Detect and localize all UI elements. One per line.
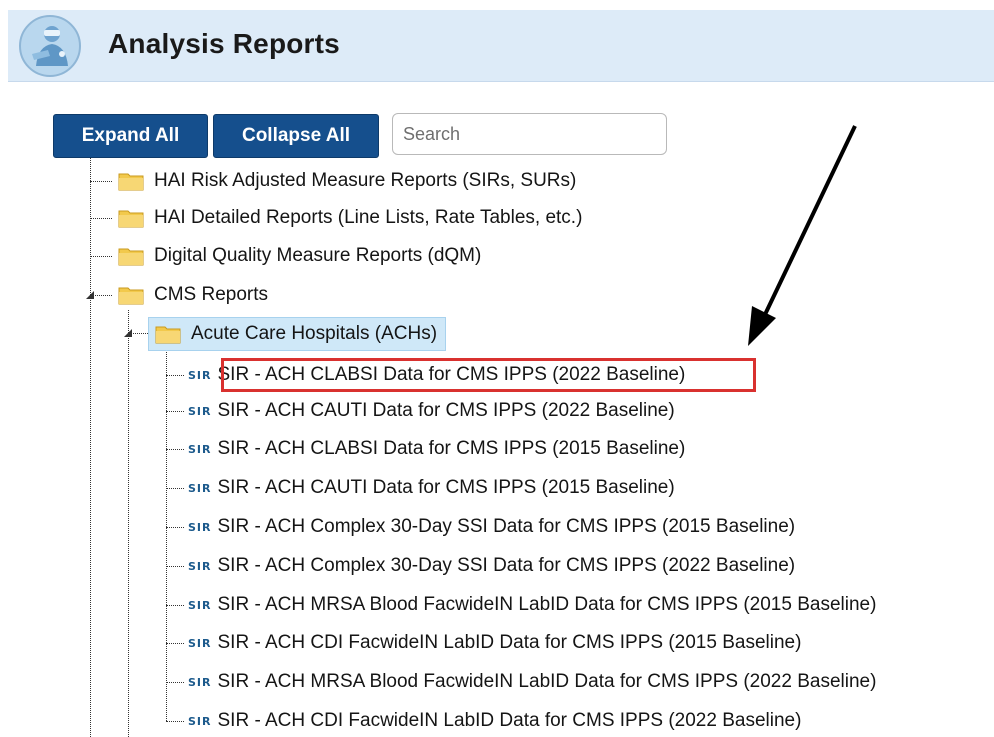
sir-report-icon: SIR <box>188 714 212 728</box>
tree-folder-label: HAI Risk Adjusted Measure Reports (SIRs,… <box>154 170 577 191</box>
report-label: SIR - ACH Complex 30-Day SSI Data for CM… <box>217 555 796 576</box>
sir-report-icon: SIR <box>188 559 212 573</box>
report-item[interactable]: SIR SIR - ACH MRSA Blood FacwideIN LabID… <box>188 667 876 697</box>
report-label: SIR - ACH CLABSI Data for CMS IPPS (2022… <box>217 364 686 385</box>
annotation-arrow-icon <box>748 125 857 346</box>
report-label: SIR - ACH CAUTI Data for CMS IPPS (2022 … <box>217 400 675 421</box>
expanded-triangle-icon[interactable] <box>123 328 133 338</box>
report-item[interactable]: SIR SIR - ACH CAUTI Data for CMS IPPS (2… <box>188 473 675 503</box>
tree-line <box>166 682 184 683</box>
tree-line <box>166 375 184 376</box>
report-label: SIR - ACH CDI FacwideIN LabID Data for C… <box>217 710 802 731</box>
tree-line-root <box>90 158 91 737</box>
report-item[interactable]: SIR SIR - ACH Complex 30-Day SSI Data fo… <box>188 551 795 581</box>
sir-report-icon: SIR <box>188 636 212 650</box>
expand-all-button[interactable]: Expand All <box>53 114 208 158</box>
folder-icon <box>118 248 144 266</box>
tree-line <box>166 643 184 644</box>
report-label: SIR - ACH MRSA Blood FacwideIN LabID Dat… <box>217 671 877 692</box>
tree-line <box>166 527 184 528</box>
collapse-all-button[interactable]: Collapse All <box>213 114 379 158</box>
tree-line-cms <box>128 310 129 737</box>
report-label: SIR - ACH CAUTI Data for CMS IPPS (2015 … <box>217 477 675 498</box>
sir-report-icon: SIR <box>188 675 212 689</box>
folder-icon <box>118 210 144 228</box>
report-label: SIR - ACH Complex 30-Day SSI Data for CM… <box>217 516 796 537</box>
tree-line <box>166 488 184 489</box>
tree-line <box>166 411 184 412</box>
report-label: SIR - ACH CDI FacwideIN LabID Data for C… <box>217 632 802 653</box>
report-item[interactable]: SIR SIR - ACH CLABSI Data for CMS IPPS (… <box>188 434 685 464</box>
sir-report-icon: SIR <box>188 442 212 456</box>
folder-icon <box>118 173 144 191</box>
sir-report-icon: SIR <box>188 368 212 382</box>
page-header: Analysis Reports <box>8 10 994 82</box>
tree-line <box>166 566 184 567</box>
top-strip <box>0 0 994 10</box>
page-title: Analysis Reports <box>108 28 340 59</box>
tree-line-ach <box>166 348 167 721</box>
report-label: SIR - ACH CLABSI Data for CMS IPPS (2015… <box>217 438 686 459</box>
tree-folder-label: CMS Reports <box>154 284 269 305</box>
report-item[interactable]: SIR SIR - ACH CDI FacwideIN LabID Data f… <box>188 628 801 658</box>
tree-line <box>166 721 184 722</box>
tree-line <box>90 218 112 219</box>
tree-folder-label: HAI Detailed Reports (Line Lists, Rate T… <box>154 207 583 228</box>
search-input[interactable] <box>392 113 667 155</box>
tree-line <box>90 181 112 182</box>
sir-report-icon: SIR <box>188 598 212 612</box>
tree-folder-label: Digital Quality Measure Reports (dQM) <box>154 245 482 266</box>
report-item[interactable]: SIR SIR - ACH CLABSI Data for CMS IPPS (… <box>188 360 685 390</box>
sir-report-icon: SIR <box>188 481 212 495</box>
expanded-triangle-icon[interactable] <box>85 290 95 300</box>
report-item[interactable]: SIR SIR - ACH CDI FacwideIN LabID Data f… <box>188 706 801 736</box>
tree-folder-hai-detailed[interactable]: HAI Detailed Reports (Line Lists, Rate T… <box>118 203 582 233</box>
tree-folder-hai-risk-adjusted[interactable]: HAI Risk Adjusted Measure Reports (SIRs,… <box>118 166 576 196</box>
tree-line <box>166 449 184 450</box>
report-item[interactable]: SIR SIR - ACH CAUTI Data for CMS IPPS (2… <box>188 396 675 426</box>
folder-open-icon <box>155 326 181 344</box>
sir-report-icon: SIR <box>188 404 212 418</box>
tree-folder-cms-reports[interactable]: CMS Reports <box>118 280 268 310</box>
tree-line <box>90 256 112 257</box>
tree-folder-dqm[interactable]: Digital Quality Measure Reports (dQM) <box>118 241 481 271</box>
tree-line <box>166 605 184 606</box>
report-item[interactable]: SIR SIR - ACH Complex 30-Day SSI Data fo… <box>188 512 795 542</box>
tree-folder-label: Acute Care Hospitals (ACHs) <box>191 323 438 344</box>
folder-open-icon <box>118 287 144 305</box>
sir-report-icon: SIR <box>188 520 212 534</box>
medical-staff-logo-icon <box>19 15 81 77</box>
tree-folder-acute-care-hospitals[interactable]: Acute Care Hospitals (ACHs) <box>148 317 447 351</box>
report-item[interactable]: SIR SIR - ACH MRSA Blood FacwideIN LabID… <box>188 590 876 620</box>
report-label: SIR - ACH MRSA Blood FacwideIN LabID Dat… <box>217 594 877 615</box>
